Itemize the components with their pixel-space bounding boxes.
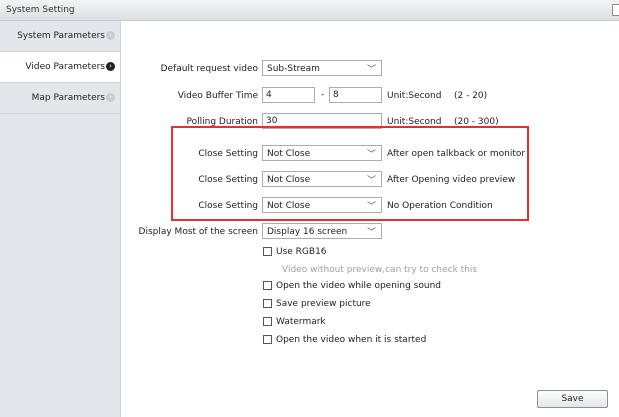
close-setting-description: No Operation Condition bbox=[387, 201, 493, 211]
close-setting-label: Close Setting bbox=[198, 149, 258, 159]
sidebar-item-system-parameters[interactable]: System Parameters › bbox=[0, 21, 120, 52]
sidebar-item-video-parameters[interactable]: Video Parameters › bbox=[0, 52, 120, 83]
video-buffer-unit: Unit:Second bbox=[387, 91, 442, 101]
video-buffer-from-input[interactable]: 4 bbox=[262, 87, 315, 103]
sidebar-item-label: Map Parameters bbox=[31, 93, 105, 103]
restore-icon[interactable] bbox=[612, 4, 619, 16]
select-value: Not Close bbox=[267, 149, 311, 159]
default-request-video-label: Default request video bbox=[160, 64, 258, 74]
save-preview-picture-label: Save preview picture bbox=[276, 299, 371, 309]
close-setting-preview-select[interactable]: Not Close ﹀ bbox=[262, 171, 382, 187]
close-setting-no-operation-select[interactable]: Not Close ﹀ bbox=[262, 197, 382, 213]
chevron-right-icon: › bbox=[106, 62, 115, 71]
input-value: 4 bbox=[266, 90, 272, 100]
close-setting-talkback-select[interactable]: Not Close ﹀ bbox=[262, 145, 382, 161]
display-most-label: Display Most of the screen bbox=[138, 227, 258, 237]
save-preview-picture-checkbox[interactable] bbox=[263, 299, 272, 308]
watermark-checkbox[interactable] bbox=[263, 317, 272, 326]
input-value: 30 bbox=[266, 116, 278, 126]
select-value: Not Close bbox=[267, 201, 311, 211]
watermark-label: Watermark bbox=[276, 317, 326, 327]
sidebar-item-map-parameters[interactable]: Map Parameters › bbox=[0, 83, 120, 114]
polling-duration-unit: Unit:Second bbox=[387, 117, 442, 127]
select-value: Sub-Stream bbox=[267, 64, 320, 74]
save-button[interactable]: Save bbox=[537, 390, 608, 408]
sidebar-item-label: System Parameters bbox=[17, 31, 105, 41]
use-rgb16-hint: Video without preview,can try to check t… bbox=[282, 265, 478, 275]
chevron-right-icon: › bbox=[106, 31, 115, 40]
chevron-down-icon: ﹀ bbox=[366, 176, 376, 186]
select-value: Not Close bbox=[267, 175, 311, 185]
chevron-down-icon: ﹀ bbox=[366, 150, 376, 160]
polling-duration-label: Polling Duration bbox=[186, 117, 258, 127]
video-buffer-range: (2 - 20) bbox=[454, 91, 488, 101]
window-title: System Setting bbox=[6, 5, 75, 15]
chevron-down-icon: ﹀ bbox=[366, 65, 376, 75]
use-rgb16-checkbox[interactable] bbox=[263, 247, 272, 256]
close-setting-description: After open talkback or monitor bbox=[387, 149, 526, 159]
use-rgb16-label: Use RGB16 bbox=[276, 247, 327, 257]
polling-duration-input[interactable]: 30 bbox=[262, 113, 382, 129]
chevron-down-icon: ﹀ bbox=[366, 228, 376, 238]
video-buffer-time-label: Video Buffer Time bbox=[177, 91, 258, 101]
sidebar-item-label: Video Parameters bbox=[25, 62, 105, 72]
title-bar: System Setting bbox=[0, 0, 619, 21]
close-setting-label: Close Setting bbox=[198, 175, 258, 185]
display-most-select[interactable]: Display 16 screen ﹀ bbox=[262, 223, 382, 239]
open-video-started-label: Open the video when it is started bbox=[276, 335, 427, 345]
open-video-sound-checkbox[interactable] bbox=[263, 281, 272, 290]
polling-duration-range: (20 - 300) bbox=[454, 117, 499, 127]
sidebar: System Parameters › Video Parameters › M… bbox=[0, 21, 121, 417]
close-setting-description: After Opening video preview bbox=[387, 175, 516, 185]
video-buffer-to-input[interactable]: 8 bbox=[329, 87, 382, 103]
chevron-right-icon: › bbox=[106, 93, 115, 102]
open-video-started-checkbox[interactable] bbox=[263, 335, 272, 344]
close-setting-label: Close Setting bbox=[198, 201, 258, 211]
select-value: Display 16 screen bbox=[267, 227, 348, 237]
open-video-sound-label: Open the video while opening sound bbox=[276, 281, 441, 291]
chevron-down-icon: ﹀ bbox=[366, 202, 376, 212]
default-request-video-select[interactable]: Sub-Stream ﹀ bbox=[262, 60, 382, 76]
input-value: 8 bbox=[333, 90, 339, 100]
range-dash: - bbox=[321, 90, 325, 100]
